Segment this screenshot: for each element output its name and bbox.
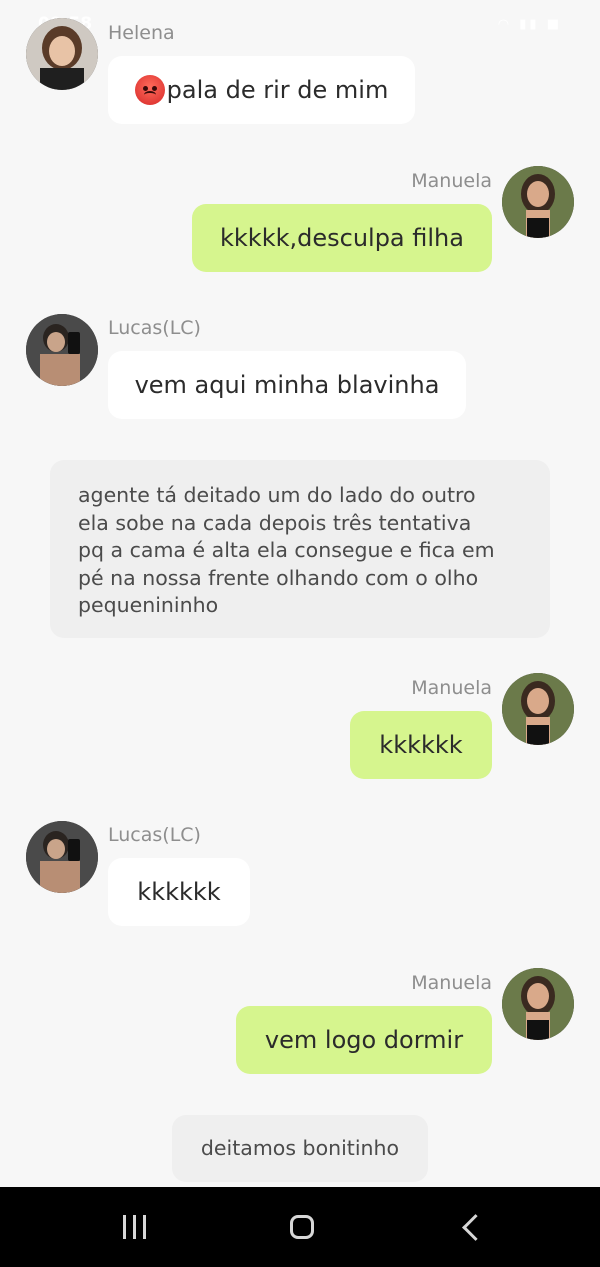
angry-face-icon	[134, 75, 165, 105]
narration-block: deitamos bonitinho	[172, 1115, 428, 1182]
back-button[interactable]	[440, 1201, 500, 1253]
message-text: kkkkk,desculpa filha	[220, 224, 464, 252]
sender-name: Manuela	[411, 677, 492, 699]
message-bubble[interactable]: vem aqui minha blavinha	[108, 351, 466, 419]
recents-icon	[122, 1215, 146, 1239]
narration-text: deitamos bonitinho	[200, 1135, 400, 1160]
sender-name: Manuela	[411, 170, 492, 192]
avatar-lucas[interactable]	[26, 821, 98, 893]
avatar-manuela[interactable]	[502, 968, 574, 1040]
message-text: pala de rir de mim	[166, 76, 389, 104]
message-bubble[interactable]: kkkkkk	[108, 858, 250, 926]
chat-area[interactable]: Helena pala de rir de mim Manuela kkkkk,…	[0, 0, 600, 1187]
message-text: vem aqui minha blavinha	[134, 371, 440, 399]
back-icon	[461, 1213, 489, 1241]
sender-name: Helena	[108, 22, 175, 44]
avatar-manuela[interactable]	[502, 673, 574, 745]
message-bubble[interactable]: kkkkkk	[350, 711, 492, 779]
navigation-bar	[0, 1187, 600, 1267]
message-text: vem logo dormir	[264, 1026, 464, 1054]
narration-block: agente tá deitado um do lado do outro el…	[50, 460, 550, 638]
avatar-manuela[interactable]	[502, 166, 574, 238]
sender-name: Lucas(LC)	[108, 317, 201, 339]
message-bubble[interactable]: pala de rir de mim	[108, 56, 415, 124]
avatar-helena[interactable]	[26, 18, 98, 90]
recents-button[interactable]	[104, 1201, 164, 1253]
avatar-lucas[interactable]	[26, 314, 98, 386]
sender-name: Manuela	[411, 972, 492, 994]
home-button[interactable]	[272, 1201, 332, 1253]
message-text: kkkkkk	[379, 731, 463, 759]
home-icon	[290, 1215, 314, 1239]
message-text: kkkkkk	[137, 878, 221, 906]
message-bubble[interactable]: kkkkk,desculpa filha	[192, 204, 492, 272]
message-bubble[interactable]: vem logo dormir	[236, 1006, 492, 1074]
sender-name: Lucas(LC)	[108, 824, 201, 846]
